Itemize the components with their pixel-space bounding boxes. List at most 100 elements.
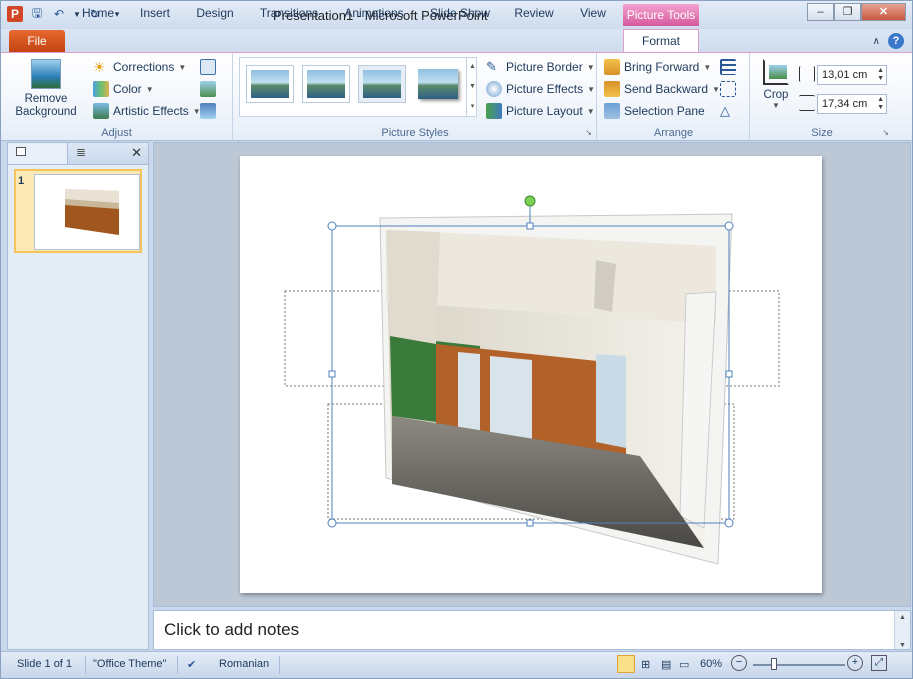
- effects-icon: [486, 81, 502, 97]
- artistic-effects-icon: [93, 103, 109, 119]
- color-button[interactable]: Color ▼: [93, 81, 154, 97]
- undo-dropdown-icon[interactable]: ▼: [73, 6, 81, 22]
- resize-handle-top[interactable]: [526, 222, 534, 230]
- outline-tab-icon[interactable]: ≣: [76, 145, 86, 159]
- zoom-out-icon[interactable]: −: [731, 655, 747, 671]
- tab-insert[interactable]: Insert: [137, 4, 173, 24]
- powerpoint-logo-icon[interactable]: P: [7, 6, 23, 22]
- bring-forward-button[interactable]: Bring Forward ▼: [604, 59, 711, 75]
- gallery-scroll[interactable]: ▲ ▼ ▾: [466, 57, 478, 117]
- tab-file[interactable]: File: [9, 30, 65, 52]
- shape-height-value: 13,01 cm: [822, 69, 868, 81]
- shape-width-value: 17,34 cm: [822, 98, 868, 110]
- width-spinner[interactable]: ▲ ▼: [877, 96, 884, 112]
- notes-pane[interactable]: Click to add notes ▲ ▼: [153, 610, 911, 650]
- tab-slide-show[interactable]: Slide Show: [429, 4, 491, 24]
- resize-handle-tr[interactable]: [724, 221, 734, 231]
- selection-pane-button[interactable]: Selection Pane: [604, 103, 705, 119]
- slide-thumbnail-1[interactable]: 1: [14, 169, 142, 253]
- remove-background-label: Remove Background: [15, 93, 77, 118]
- rotate-icon[interactable]: △: [720, 103, 736, 119]
- change-picture-icon[interactable]: [200, 81, 216, 97]
- resize-handle-bl[interactable]: [327, 518, 337, 528]
- save-icon[interactable]: 🖫: [29, 6, 45, 22]
- picture-effects-button[interactable]: Picture Effects ▼: [486, 81, 595, 97]
- crop-label: Crop: [763, 89, 789, 101]
- resize-handle-right[interactable]: [725, 370, 733, 378]
- resize-handle-tl[interactable]: [327, 221, 337, 231]
- status-bar: Slide 1 of 1 "Office Theme" ✔ Romanian ⊞…: [1, 651, 912, 678]
- slide-sorter-icon[interactable]: ⊞: [641, 658, 650, 671]
- reading-view-icon[interactable]: ▤: [661, 658, 671, 671]
- tab-review[interactable]: Review: [514, 4, 554, 24]
- group-icon[interactable]: [720, 81, 736, 97]
- slide-canvas[interactable]: [240, 156, 822, 593]
- tab-home[interactable]: Home: [81, 4, 115, 24]
- picture-style-1[interactable]: [246, 65, 294, 103]
- corrections-label: Corrections: [113, 60, 175, 74]
- minimize-ribbon-icon[interactable]: ∧: [873, 36, 880, 47]
- tab-transitions[interactable]: Transitions: [259, 4, 319, 24]
- fit-to-window-icon[interactable]: ⤢: [871, 655, 887, 671]
- minimize-button[interactable]: –: [807, 3, 834, 21]
- shape-height-input[interactable]: 13,01 cm ▲ ▼: [817, 65, 887, 85]
- zoom-slider[interactable]: [753, 658, 845, 670]
- slide-thumbnail-canvas: [34, 174, 140, 250]
- compress-pictures-icon[interactable]: [200, 59, 216, 75]
- picture-styles-label: Picture Styles: [381, 127, 449, 139]
- corrections-button[interactable]: ☀ Corrections ▼: [93, 59, 186, 75]
- picture-styles-group: ▲ ▼ ▾ ✎ Picture Border ▼ Picture Effects ▼ P…: [234, 53, 597, 141]
- zoom-slider-thumb[interactable]: [771, 658, 777, 670]
- spell-check-icon[interactable]: ✔: [187, 658, 196, 671]
- picture[interactable]: [379, 213, 733, 565]
- bring-forward-label: Bring Forward: [624, 60, 700, 74]
- tab-design[interactable]: Design: [195, 4, 235, 24]
- height-spinner[interactable]: ▲ ▼: [877, 67, 884, 83]
- align-icon[interactable]: [720, 59, 736, 75]
- picture-style-2[interactable]: [302, 65, 350, 103]
- arrange-group-label: Arrange: [653, 127, 694, 139]
- rotate-handle[interactable]: [524, 195, 536, 207]
- resize-handle-left[interactable]: [328, 370, 336, 378]
- picture-style-4[interactable]: [414, 65, 462, 103]
- slide-show-icon[interactable]: ▭: [679, 658, 689, 671]
- ribbon-help-area: ∧ ?: [873, 33, 904, 49]
- zoom-level[interactable]: 60%: [700, 658, 722, 670]
- thumbnail-picture: [65, 189, 119, 235]
- normal-view-icon[interactable]: [617, 655, 635, 673]
- picture-style-3[interactable]: [358, 65, 406, 103]
- reset-picture-icon[interactable]: [200, 103, 216, 119]
- shape-width-input[interactable]: 17,34 cm ▲ ▼: [817, 94, 887, 114]
- zoom-in-icon[interactable]: +: [847, 655, 863, 671]
- help-icon[interactable]: ?: [888, 33, 904, 49]
- resize-handle-br[interactable]: [724, 518, 734, 528]
- notes-scrollbar[interactable]: ▲ ▼: [894, 611, 910, 649]
- tab-format[interactable]: Format: [623, 29, 699, 54]
- picture-styles-launcher-icon[interactable]: ↘: [585, 128, 592, 137]
- close-pane-icon[interactable]: ✕: [131, 145, 142, 161]
- picture-layout-button[interactable]: Picture Layout ▼: [486, 103, 595, 119]
- tab-view[interactable]: View: [579, 4, 607, 24]
- size-launcher-icon[interactable]: ↘: [882, 128, 889, 137]
- picture-tools-label: Picture Tools: [623, 4, 699, 26]
- close-button[interactable]: ✕: [861, 3, 906, 21]
- picture-border-button[interactable]: ✎ Picture Border ▼: [486, 59, 595, 75]
- resize-handle-bottom[interactable]: [526, 519, 534, 527]
- artistic-effects-button[interactable]: Artistic Effects ▼: [93, 103, 201, 119]
- crop-button[interactable]: Crop ▼: [759, 59, 793, 110]
- ribbon: Remove Background ☀ Corrections ▼ Color ▼ …: [1, 52, 912, 141]
- layout-icon: [486, 103, 502, 119]
- selection-pane-icon: [604, 103, 620, 119]
- language[interactable]: Romanian: [219, 658, 269, 670]
- remove-background-button[interactable]: Remove Background: [11, 59, 81, 119]
- maximize-button[interactable]: ❐: [834, 3, 861, 21]
- send-backward-button[interactable]: Send Backward ▼: [604, 81, 720, 97]
- tab-animations[interactable]: Animations: [344, 4, 404, 24]
- artistic-effects-label: Artistic Effects: [113, 104, 189, 118]
- tab-slides[interactable]: [8, 143, 68, 164]
- send-backward-icon: [604, 81, 620, 97]
- undo-icon[interactable]: ↶: [51, 6, 67, 22]
- theme-name[interactable]: "Office Theme": [93, 658, 166, 670]
- size-group: Crop ▼ 13,01 cm ▲ ▼ 17,34 cm ▲ ▼ Size ↘: [751, 53, 893, 141]
- slides-pane: ≣ ✕ 1: [7, 142, 149, 650]
